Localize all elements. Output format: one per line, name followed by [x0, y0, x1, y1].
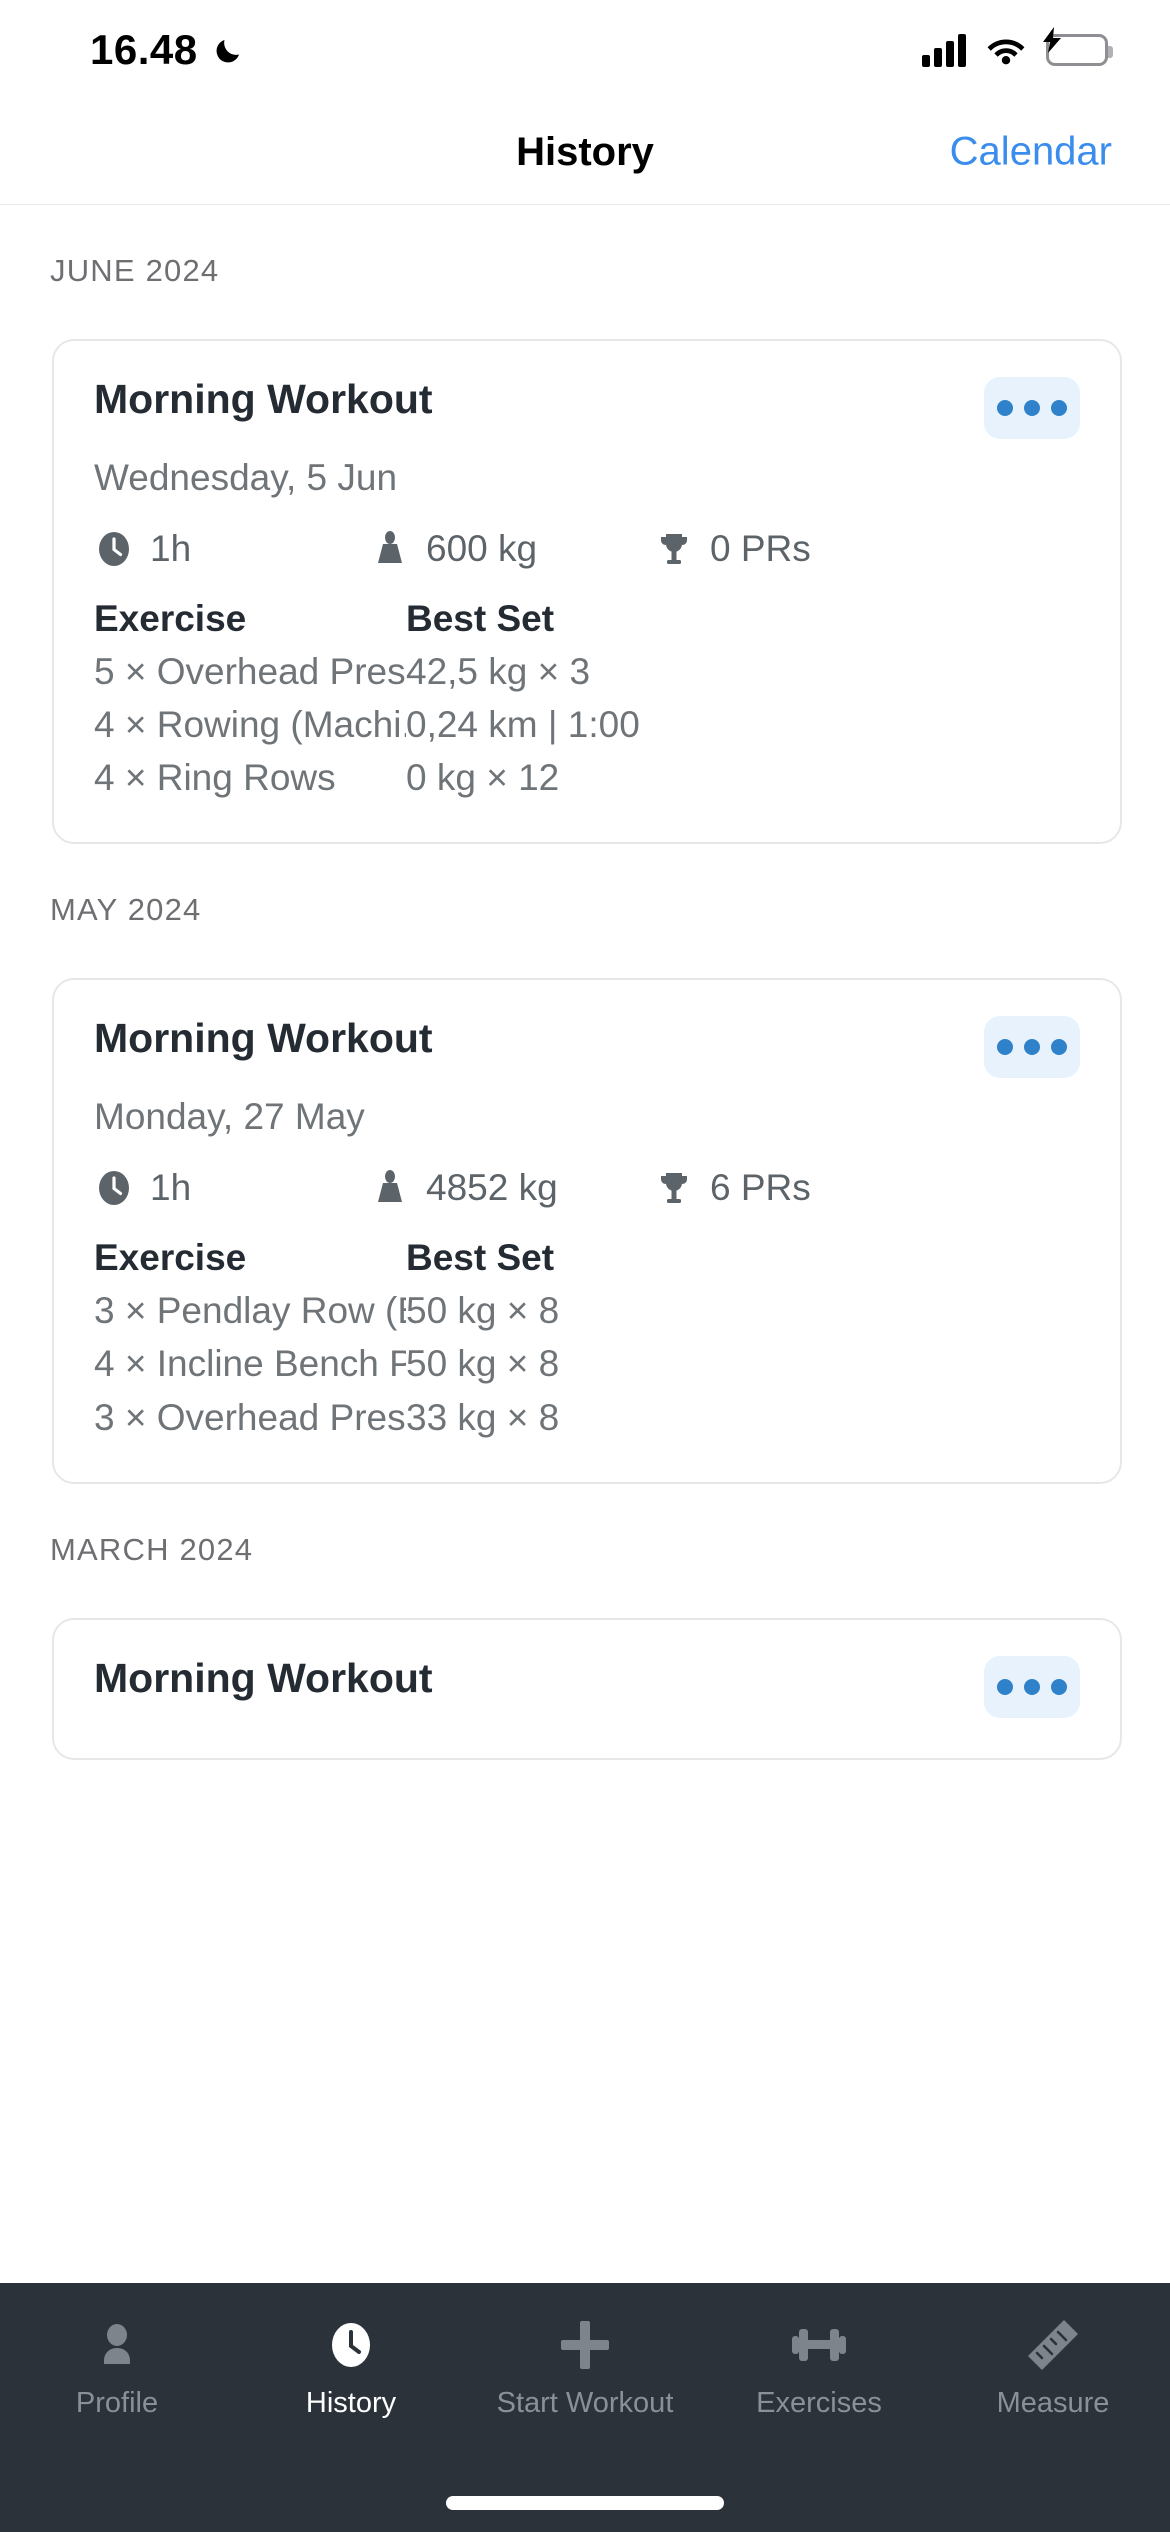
- weight-icon: [370, 529, 410, 569]
- tab-exercises[interactable]: Exercises: [702, 2317, 936, 2420]
- tab-start-workout[interactable]: Start Workout: [468, 2317, 702, 2420]
- workout-title: Morning Workout: [94, 376, 433, 422]
- history-scroll-view[interactable]: JUNE 2024 Morning Workout Wednesday, 5 J…: [0, 205, 1170, 2532]
- table-header-row: Exercise Best Set: [94, 1233, 1080, 1282]
- cellular-signal-icon: [922, 33, 966, 67]
- exercise-name: 4 × Ring Rows: [94, 757, 336, 799]
- clock-icon: [325, 2317, 377, 2373]
- exercise-table: Exercise Best Set 3 × Pendlay Row (B... …: [94, 1233, 1080, 1442]
- status-bar: 16.48: [0, 0, 1170, 100]
- stat-prs: 0 PRs: [654, 528, 1080, 570]
- exercise-name: 3 × Overhead Pres...: [94, 1396, 406, 1438]
- stat-duration: 1h: [94, 528, 370, 570]
- exercise-table: Exercise Best Set 5 × Overhead Pres... 4…: [94, 594, 1080, 803]
- clock-icon: [94, 1168, 134, 1208]
- table-row: 5 × Overhead Pres... 42,5 kg × 3: [94, 647, 1080, 696]
- exercise-best-set: 0 kg × 12: [406, 757, 560, 799]
- clock-icon: [94, 529, 134, 569]
- stat-volume-value: 4852 kg: [426, 1166, 558, 1208]
- exercise-name: 5 × Overhead Pres...: [94, 650, 406, 692]
- workout-stats: 1h 4852 kg 6 PRs: [94, 1167, 1080, 1209]
- tab-bar: Profile History Start Workout Exercises: [0, 2283, 1170, 2532]
- stat-volume-value: 600 kg: [426, 527, 538, 569]
- calendar-link[interactable]: Calendar: [950, 130, 1112, 175]
- section-header-may: MAY 2024: [50, 892, 202, 928]
- exercise-best-set: 33 kg × 8: [406, 1396, 560, 1438]
- stat-prs-value: 6 PRs: [710, 1166, 811, 1208]
- column-header-exercise: Exercise: [94, 1236, 247, 1278]
- tab-label: Start Workout: [496, 2387, 674, 2419]
- workout-card[interactable]: Morning Workout Wednesday, 5 Jun 1h 600 …: [52, 339, 1122, 845]
- section-header-june: JUNE 2024: [50, 253, 220, 288]
- workout-date: Monday, 27 May: [94, 1096, 365, 1138]
- workout-date: Wednesday, 5 Jun: [94, 457, 398, 498]
- dumbbell-icon: [791, 2317, 847, 2373]
- workout-card-header: Morning Workout: [94, 1015, 1080, 1079]
- moon-icon: [212, 33, 246, 67]
- exercise-best-set: 42,5 kg × 3: [406, 650, 591, 692]
- table-row: 3 × Pendlay Row (B... 50 kg × 8: [94, 1286, 1080, 1335]
- table-row: 4 × Ring Rows 0 kg × 12: [94, 753, 1080, 802]
- tab-label: Profile: [75, 2387, 159, 2419]
- section-header-march: MARCH 2024: [50, 1531, 254, 1567]
- tab-measure[interactable]: Measure: [936, 2317, 1170, 2420]
- trophy-icon: [654, 1168, 694, 1208]
- exercise-best-set: 50 kg × 8: [406, 1290, 560, 1332]
- exercise-best-set: 0,24 km | 1:00: [406, 703, 640, 745]
- table-row: 4 × Incline Bench P... 50 kg × 8: [94, 1339, 1080, 1388]
- table-header-row: Exercise Best Set: [94, 594, 1080, 643]
- column-header-best-set: Best Set: [406, 597, 555, 639]
- trophy-icon: [654, 529, 694, 569]
- table-row: 3 × Overhead Pres... 33 kg × 8: [94, 1393, 1080, 1442]
- workout-title: Morning Workout: [94, 1654, 433, 1701]
- wifi-icon: [986, 35, 1026, 65]
- ellipsis-icon[interactable]: [984, 1655, 1080, 1718]
- battery-charging-icon: [1043, 27, 1113, 66]
- table-row: 4 × Rowing (Machi... 0,24 km | 1:00: [94, 700, 1080, 749]
- workout-stats: 1h 600 kg 0 PRs: [94, 528, 1080, 570]
- status-bar-clock: 16.48: [90, 26, 198, 73]
- exercise-name: 4 × Incline Bench P...: [94, 1343, 406, 1385]
- tab-label: History: [305, 2387, 397, 2419]
- stat-volume: 4852 kg: [370, 1167, 654, 1209]
- home-indicator: [446, 2496, 724, 2510]
- workout-card-header: Morning Workout: [94, 376, 1080, 439]
- tab-label: Measure: [996, 2387, 1110, 2419]
- person-icon: [91, 2317, 143, 2373]
- navigation-header: History Calendar: [0, 100, 1170, 205]
- status-bar-right: [922, 27, 1113, 67]
- ellipsis-icon[interactable]: [984, 377, 1080, 439]
- stat-duration-value: 1h: [150, 527, 192, 569]
- exercise-name: 3 × Pendlay Row (B...: [94, 1290, 406, 1332]
- stat-prs-value: 0 PRs: [710, 527, 811, 569]
- workout-title: Morning Workout: [94, 1015, 433, 1062]
- tab-history[interactable]: History: [234, 2317, 468, 2420]
- workout-card[interactable]: Morning Workout Monday, 27 May 1h 4852 k…: [52, 978, 1122, 1484]
- tab-profile[interactable]: Profile: [0, 2317, 234, 2420]
- tab-label: Exercises: [756, 2387, 882, 2419]
- workout-card-header: Morning Workout: [94, 1654, 1080, 1718]
- status-bar-left: 16.48: [90, 26, 246, 74]
- stat-duration-value: 1h: [150, 1166, 192, 1208]
- ruler-icon: [1026, 2317, 1080, 2373]
- column-header-best-set: Best Set: [406, 1236, 555, 1278]
- exercise-name: 4 × Rowing (Machi...: [94, 703, 406, 745]
- workout-card[interactable]: Morning Workout: [52, 1617, 1122, 1760]
- page-title: History: [516, 129, 654, 174]
- ellipsis-icon[interactable]: [984, 1016, 1080, 1079]
- stat-duration: 1h: [94, 1167, 370, 1209]
- column-header-exercise: Exercise: [94, 597, 247, 639]
- plus-icon: [557, 2317, 613, 2373]
- exercise-best-set: 50 kg × 8: [406, 1343, 560, 1385]
- stat-prs: 6 PRs: [654, 1167, 1080, 1209]
- weight-icon: [370, 1168, 410, 1208]
- stat-volume: 600 kg: [370, 528, 654, 570]
